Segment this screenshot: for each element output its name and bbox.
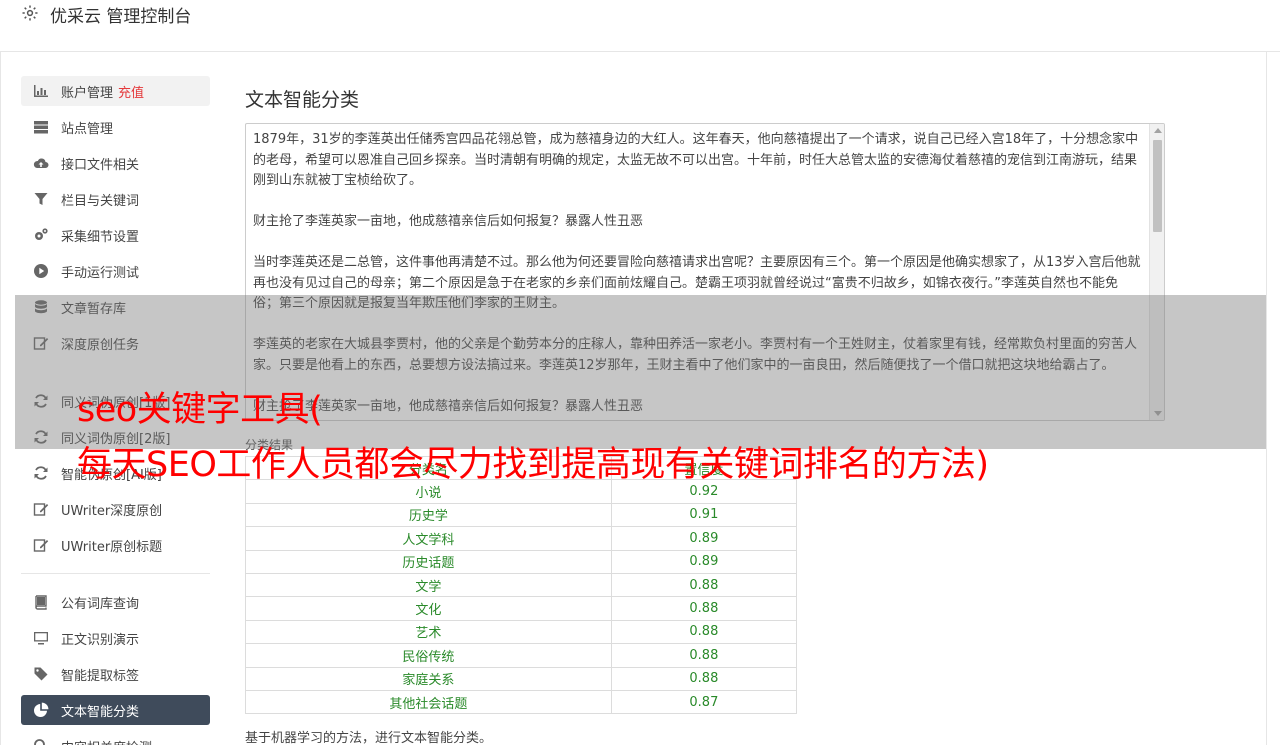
refresh-icon bbox=[32, 464, 50, 482]
scroll-up-arrow-icon[interactable] bbox=[1154, 128, 1162, 133]
sidebar-item-label: 栏目与关键词 bbox=[61, 193, 140, 209]
sidebar-item-text-extract[interactable]: 正文识别演示 bbox=[21, 623, 210, 653]
edit-icon bbox=[32, 500, 50, 518]
sidebar-item-collect-settings[interactable]: 采集细节设置 bbox=[21, 220, 210, 250]
table-row: 文学 0.88 bbox=[245, 572, 798, 598]
sidebar-item-tag-extract[interactable]: 智能提取标签 bbox=[21, 659, 210, 689]
category-cell: 文化 bbox=[245, 596, 612, 621]
confidence-cell: 0.89 bbox=[610, 526, 798, 551]
sidebar-item-interface[interactable]: 接口文件相关 bbox=[21, 148, 210, 178]
sidebar-divider bbox=[21, 573, 210, 574]
category-cell: 文学 bbox=[245, 572, 612, 598]
confidence-cell: 0.88 bbox=[610, 666, 798, 691]
table-row: 家庭关系 0.88 bbox=[245, 666, 798, 691]
category-cell: 历史学 bbox=[245, 502, 612, 528]
table-row: 文化 0.88 bbox=[245, 596, 798, 621]
sidebar-item-sites[interactable]: 站点管理 bbox=[21, 112, 210, 142]
sidebar-item-columns[interactable]: 栏目与关键词 bbox=[21, 184, 210, 214]
edit-icon bbox=[32, 536, 50, 554]
recharge-link[interactable]: 充值 bbox=[118, 82, 144, 101]
sidebar-item-label: UWriter原创标题 bbox=[61, 539, 163, 555]
confidence-cell: 0.91 bbox=[610, 502, 798, 528]
play-circle-icon bbox=[32, 262, 50, 280]
table-row: 其他社会话题 0.87 bbox=[245, 689, 798, 715]
search-icon bbox=[32, 737, 50, 745]
confidence-cell: 0.88 bbox=[610, 643, 798, 668]
category-cell: 家庭关系 bbox=[245, 666, 612, 691]
gear-icon[interactable] bbox=[21, 4, 39, 22]
confidence-cell: 0.87 bbox=[610, 689, 798, 715]
page-left-border bbox=[0, 0, 1, 745]
sidebar-item-label: 正文识别演示 bbox=[61, 632, 140, 648]
category-cell: 人文学科 bbox=[245, 526, 612, 551]
sidebar-item-uwriter-title[interactable]: UWriter原创标题 bbox=[21, 530, 210, 560]
book-icon bbox=[32, 593, 50, 611]
overlay-line-1: seo关键字工具( bbox=[77, 390, 323, 430]
sidebar-item-text-classify[interactable]: 文本智能分类 bbox=[21, 695, 210, 725]
footnote: 基于机器学习的方法，进行文本智能分类。 bbox=[245, 731, 493, 745]
filter-icon bbox=[32, 190, 50, 208]
category-cell: 其他社会话题 bbox=[245, 689, 612, 715]
top-bar: 优采云 管理控制台 bbox=[0, 0, 1280, 52]
sidebar-item-label: 账户管理 bbox=[61, 85, 114, 101]
table-row: 人文学科 0.89 bbox=[245, 526, 798, 551]
page-title: 文本智能分类 bbox=[245, 89, 360, 111]
category-cell: 艺术 bbox=[245, 619, 612, 645]
sidebar-item-label: 接口文件相关 bbox=[61, 157, 140, 173]
page-right-border bbox=[1266, 0, 1267, 745]
sidebar-item-account[interactable]: 账户管理 充值 bbox=[21, 76, 210, 106]
table-row: 艺术 0.88 bbox=[245, 619, 798, 645]
bar-chart-icon bbox=[32, 82, 50, 100]
sidebar-item-label: 站点管理 bbox=[61, 121, 114, 137]
sidebar-item-label: 内容相关度检测 bbox=[61, 737, 152, 745]
sidebar-item-label: 智能提取标签 bbox=[61, 668, 140, 684]
server-icon bbox=[32, 118, 50, 136]
category-cell: 民俗传统 bbox=[245, 643, 612, 668]
table-row: 历史话题 0.89 bbox=[245, 549, 798, 574]
cloud-upload-icon bbox=[32, 154, 50, 172]
monitor-icon bbox=[32, 629, 50, 647]
sidebar-item-label: 手动运行测试 bbox=[61, 265, 140, 281]
classification-table: 分类名 置信度 小说 0.92 历史学 0.91 人文学科 0.89 历史话题 0.89… bbox=[245, 455, 798, 715]
sidebar-item-label: 文本智能分类 bbox=[61, 704, 140, 720]
sidebar-item-relevance[interactable]: 内容相关度检测 bbox=[21, 731, 210, 745]
sidebar-item-label: 采集细节设置 bbox=[61, 229, 140, 245]
tag-icon bbox=[32, 665, 50, 683]
table-row: 民俗传统 0.88 bbox=[245, 643, 798, 668]
confidence-cell: 0.88 bbox=[610, 619, 798, 645]
sidebar-item-manual-test[interactable]: 手动运行测试 bbox=[21, 256, 210, 286]
confidence-cell: 0.89 bbox=[610, 549, 798, 574]
watermark-overlay-text: seo关键字工具( 每天SEO工作人员都会尽力找到提高现有关键词排名的方法) bbox=[77, 383, 989, 493]
sidebar-item-public-lexicon[interactable]: 公有词库查询 bbox=[21, 587, 210, 617]
scrollbar-thumb[interactable] bbox=[1153, 140, 1162, 232]
confidence-cell: 0.88 bbox=[610, 572, 798, 598]
sidebar-item-uwriter-deep[interactable]: UWriter深度原创 bbox=[21, 494, 210, 524]
pie-chart-icon bbox=[32, 701, 50, 719]
table-row: 历史学 0.91 bbox=[245, 502, 798, 528]
sidebar-item-label: UWriter深度原创 bbox=[61, 503, 163, 519]
confidence-cell: 0.88 bbox=[610, 596, 798, 621]
sidebar-item-label: 公有词库查询 bbox=[61, 596, 140, 612]
console-title: 优采云 管理控制台 bbox=[50, 7, 192, 27]
overlay-line-2: 每天SEO工作人员都会尽力找到提高现有关键词排名的方法) bbox=[77, 445, 989, 485]
category-cell: 历史话题 bbox=[245, 549, 612, 574]
cogs-icon bbox=[32, 226, 50, 244]
